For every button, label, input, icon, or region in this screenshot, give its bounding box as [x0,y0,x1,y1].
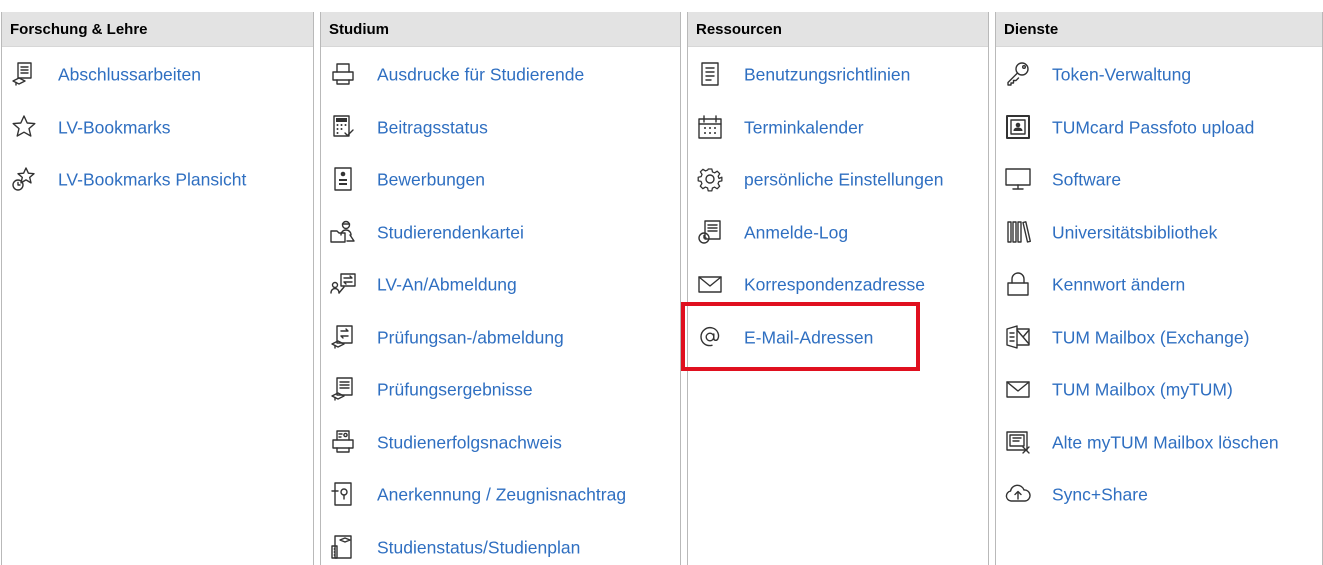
menu-item-passfoto-upload[interactable]: TUMcard Passfoto upload [996,102,1322,155]
menu-item-label: LV-Bookmarks [58,117,171,138]
course-register-icon [330,271,356,297]
envelope-icon [697,271,723,297]
lock-icon [1005,271,1031,297]
star-clock-icon [11,166,37,192]
menu-item-label: TUM Mailbox (Exchange) [1052,327,1250,348]
cloud-upload-icon [1005,481,1031,507]
star-icon [11,114,37,140]
library-books-icon [1005,219,1031,245]
calculator-check-icon [330,114,356,140]
menu-item-label: Prüfungsan-/abmeldung [377,327,564,348]
column-header: Dienste [996,12,1322,47]
menu-item-label: Terminkalender [744,117,864,138]
menu-item-beitragsstatus[interactable]: Beitragsstatus [321,102,680,155]
exam-results-icon [330,376,356,402]
menu-item-label: Alte myTUM Mailbox löschen [1052,432,1279,453]
menu-item-einstellungen[interactable]: persönliche Einstellungen [688,154,988,207]
column-forschung-lehre: Forschung & Lehre Abschlussarbeiten LV-B… [1,12,314,565]
menu-item-lv-an-abmeldung[interactable]: LV-An/Abmeldung [321,259,680,312]
menu-item-label: Universitätsbibliothek [1052,222,1218,243]
menu-item-label: persönliche Einstellungen [744,169,944,190]
menu-item-kennwort-aendern[interactable]: Kennwort ändern [996,259,1322,312]
column-studium: Studium Ausdrucke für Studierende Beitra… [320,12,681,565]
menu-item-label: Prüfungsergebnisse [377,379,533,400]
exam-register-icon [330,324,356,350]
menu-item-terminkalender[interactable]: Terminkalender [688,102,988,155]
menu-item-label: Software [1052,169,1122,190]
menu-item-tum-mailbox-exchange[interactable]: TUM Mailbox (Exchange) [996,312,1322,365]
menu-item-abschlussarbeiten[interactable]: Abschlussarbeiten [2,49,313,102]
thesis-doc-icon [11,61,37,87]
menu-item-label: Ausdrucke für Studierende [377,64,585,85]
menu-item-benutzungsrichtlinien[interactable]: Benutzungsrichtlinien [688,49,988,102]
log-doc-clock-icon [697,219,723,245]
recognition-doc-icon [330,481,356,507]
menu-item-label: Abschlussarbeiten [58,64,201,85]
menu-item-anmelde-log[interactable]: Anmelde-Log [688,207,988,260]
menu-item-studienstatus[interactable]: Studienstatus/Studienplan [321,522,680,565]
menu-item-bewerbungen[interactable]: Bewerbungen [321,154,680,207]
menu-item-label: LV-An/Abmeldung [377,274,517,295]
menu-item-label: Beitragsstatus [377,117,488,138]
highlight-frame [681,302,920,371]
menu-item-label: LV-Bookmarks Plansicht [58,169,247,190]
menu-item-label: Bewerbungen [377,169,485,190]
menu-item-label: Studienstatus/Studienplan [377,537,581,558]
printer-certificate-icon [330,429,356,455]
menu-item-tum-mailbox-mytum[interactable]: TUM Mailbox (myTUM) [996,364,1322,417]
service-menu-page: Forschung & Lehre Abschlussarbeiten LV-B… [0,0,1323,565]
menu-item-label: Sync+Share [1052,484,1148,505]
menu-item-token-verwaltung[interactable]: Token-Verwaltung [996,49,1322,102]
student-folder-icon [330,219,356,245]
applicant-card-icon [330,166,356,192]
column-header: Ressourcen [688,12,988,47]
calendar-icon [697,114,723,140]
menu-item-studierendenkartei[interactable]: Studierendenkartei [321,207,680,260]
menu-item-label: Token-Verwaltung [1052,64,1192,85]
menu-item-sync-share[interactable]: Sync+Share [996,469,1322,522]
menu-item-label: TUM Mailbox (myTUM) [1052,379,1233,400]
exchange-mailbox-icon [1005,324,1031,350]
printer-icon [330,61,356,87]
menu-item-mailbox-loeschen[interactable]: Alte myTUM Mailbox löschen [996,417,1322,470]
menu-item-label: Studierendenkartei [377,222,524,243]
menu-item-anerkennung[interactable]: Anerkennung / Zeugnisnachtrag [321,469,680,522]
column-header: Forschung & Lehre [2,12,313,47]
document-lines-icon [697,61,723,87]
mailbox-delete-icon [1005,429,1031,455]
envelope-icon [1005,376,1031,402]
menu-item-universitaetsbibliothek[interactable]: Universitätsbibliothek [996,207,1322,260]
menu-item-label: Kennwort ändern [1052,274,1186,295]
column-ressourcen: Ressourcen Benutzungsrichtlinien Termink… [687,12,989,565]
menu-item-lv-bookmarks[interactable]: LV-Bookmarks [2,102,313,155]
menu-item-studienerfolgsnachweis[interactable]: Studienerfolgsnachweis [321,417,680,470]
menu-item-ausdrucke[interactable]: Ausdrucke für Studierende [321,49,680,102]
menu-item-label: Studienerfolgsnachweis [377,432,562,453]
monitor-icon [1005,166,1031,192]
menu-item-label: TUMcard Passfoto upload [1052,117,1255,138]
menu-item-pruefungsanmeldung[interactable]: Prüfungsan-/abmeldung [321,312,680,365]
menu-item-software[interactable]: Software [996,154,1322,207]
menu-item-lv-bookmarks-plansicht[interactable]: LV-Bookmarks Plansicht [2,154,313,207]
menu-item-label: Benutzungsrichtlinien [744,64,911,85]
column-dienste: Dienste Token-Verwaltung TUMcard Passfot… [995,12,1323,565]
menu-item-label: Anmelde-Log [744,222,849,243]
gear-icon [697,166,723,192]
menu-item-pruefungsergebnisse[interactable]: Prüfungsergebnisse [321,364,680,417]
study-plan-icon [330,534,356,560]
column-header: Studium [321,12,680,47]
menu-item-label: Korrespondenzadresse [744,274,925,295]
key-icon [1005,61,1031,87]
menu-item-label: Anerkennung / Zeugnisnachtrag [377,484,627,505]
id-photo-icon [1005,114,1031,140]
